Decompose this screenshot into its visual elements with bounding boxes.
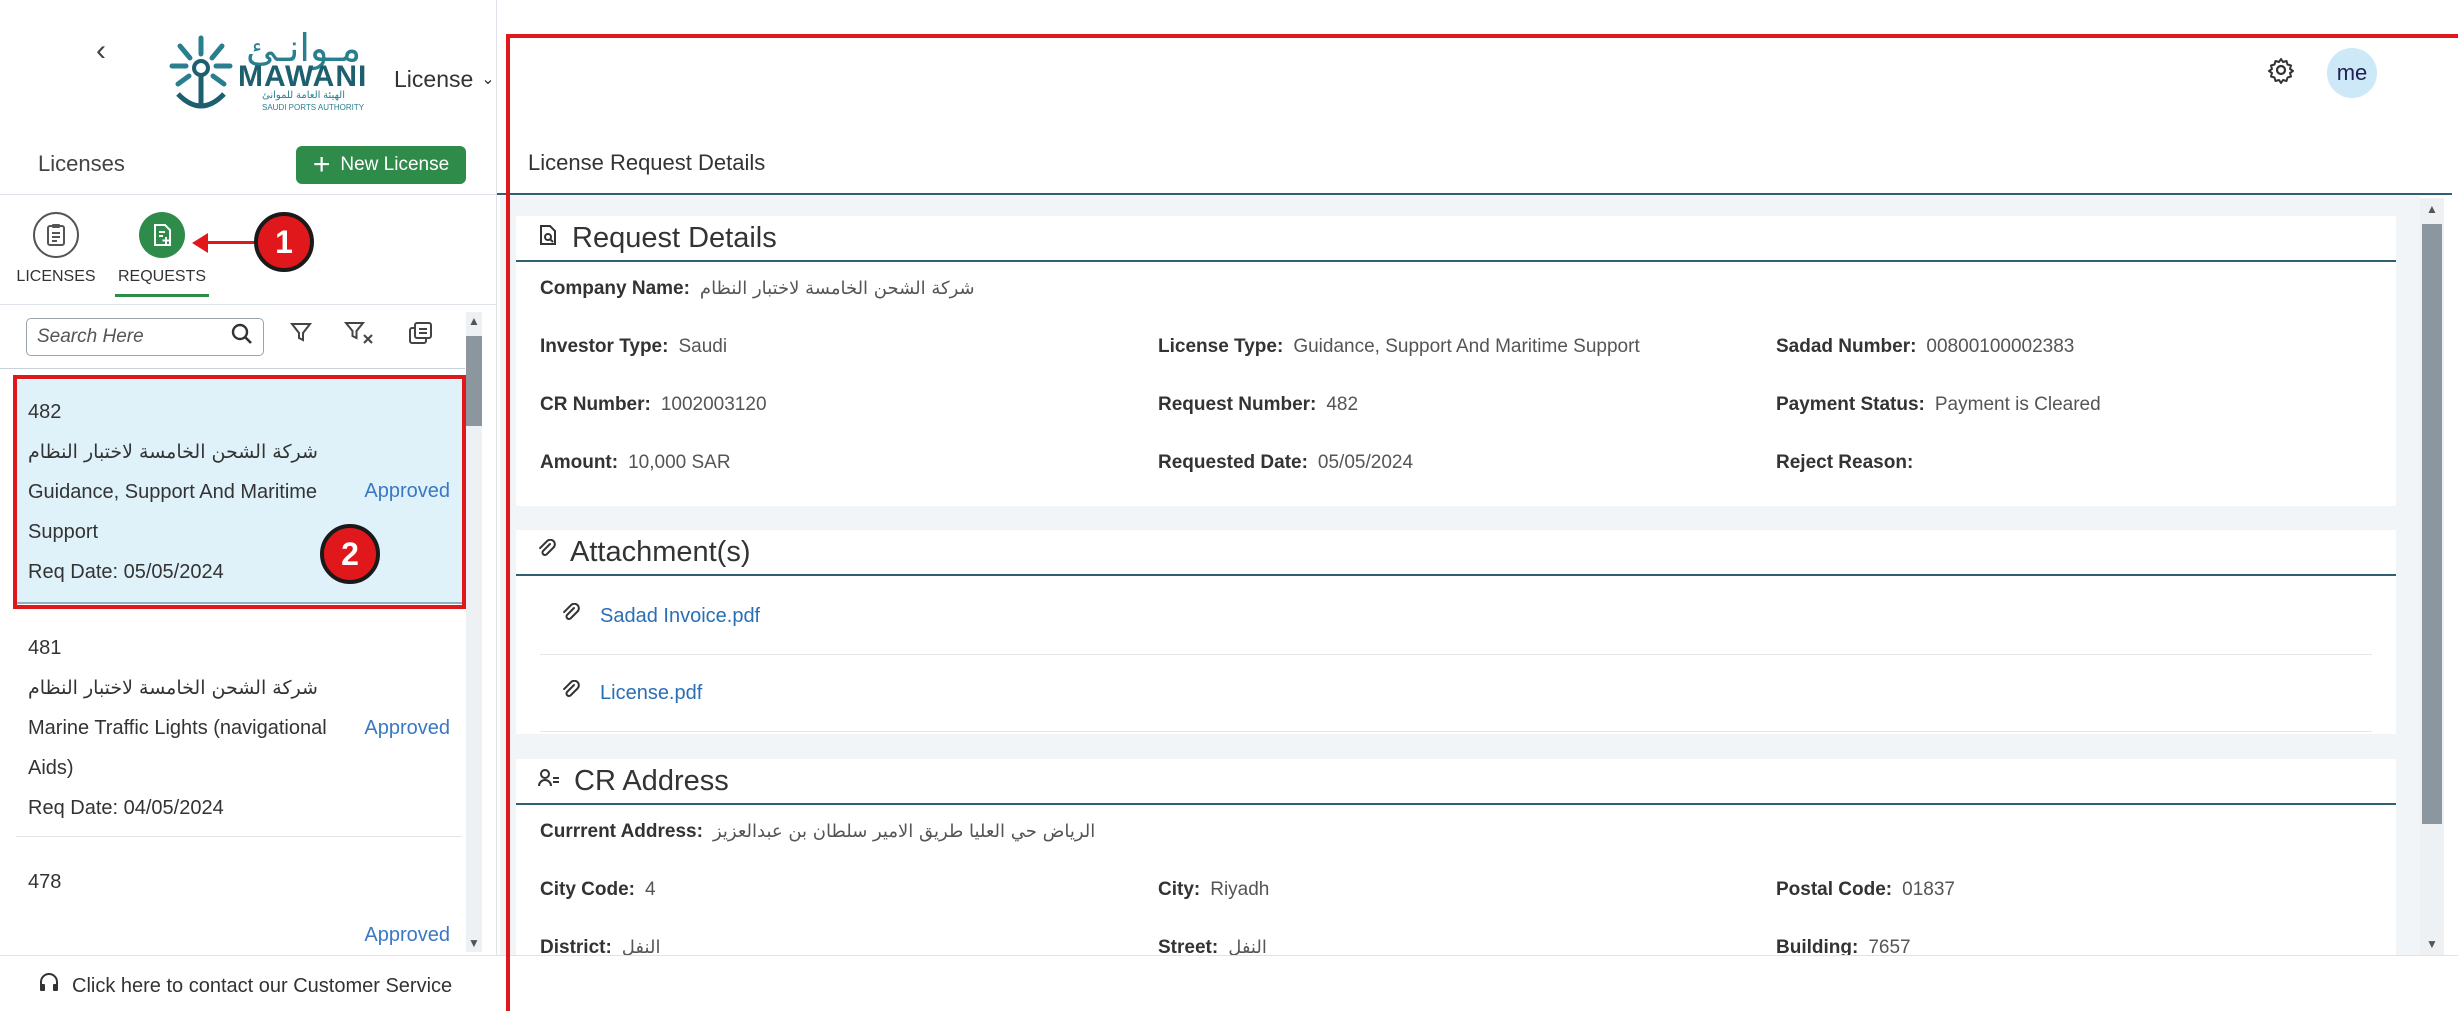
divider <box>0 304 496 305</box>
headset-icon <box>38 972 60 1000</box>
sidebar-scrollbar[interactable]: ▲ ▼ <box>466 312 482 952</box>
customer-service-label: Click here to contact our Customer Servi… <box>72 974 453 997</box>
request-list-item-478[interactable]: 478 Approved <box>16 850 462 955</box>
annotation-highlight-card <box>13 375 466 609</box>
annotation-arrowhead-icon <box>192 233 208 253</box>
plus-icon: + <box>312 148 331 181</box>
status-badge: Approved <box>364 717 450 739</box>
divider <box>16 836 462 837</box>
new-license-label: New License <box>340 154 450 175</box>
back-chevron-icon[interactable]: ‹ <box>96 34 124 68</box>
request-license-type-cont: Aids) <box>28 757 74 779</box>
request-company-name: شركة الشحن الخامسة لاختبار النظام <box>28 677 318 699</box>
chevron-down-icon: ⌄ <box>481 71 495 88</box>
request-license-type: Marine Traffic Lights (navigational <box>28 717 327 739</box>
logo-subtitle-arabic: الهيئة العامة للموانئ <box>262 90 346 101</box>
active-tab-indicator <box>115 294 209 297</box>
tab-requests[interactable]: REQUESTS <box>112 212 212 304</box>
scroll-up-icon[interactable]: ▲ <box>468 314 480 328</box>
annotation-badge-2: 2 <box>320 524 380 584</box>
search-icon[interactable] <box>231 323 253 351</box>
scroll-down-icon[interactable]: ▼ <box>468 936 480 950</box>
clipboard-list-icon <box>33 212 79 258</box>
filter-icon[interactable] <box>284 320 318 354</box>
customer-service-link[interactable]: Click here to contact our Customer Servi… <box>38 972 452 1000</box>
search-box[interactable] <box>26 318 264 356</box>
request-date: Req Date: 04/05/2024 <box>28 797 224 819</box>
module-dropdown-label: License <box>394 66 474 92</box>
divider <box>0 194 496 195</box>
document-add-icon <box>139 212 185 258</box>
logo-english-text: MAWANI <box>238 60 368 93</box>
divider <box>0 368 465 369</box>
scrollbar-thumb[interactable] <box>466 336 482 426</box>
tab-licenses[interactable]: LICENSES <box>6 212 106 304</box>
new-license-button[interactable]: + New License <box>296 146 466 184</box>
tab-licenses-label: LICENSES <box>16 268 96 285</box>
annotation-highlight-main <box>506 34 2458 1011</box>
search-input[interactable] <box>37 326 207 348</box>
request-id: 478 <box>28 871 62 893</box>
annotation-badge-1: 1 <box>254 212 314 272</box>
mawani-logo-icon <box>168 34 234 114</box>
request-id: 481 <box>28 637 62 659</box>
clear-filter-icon[interactable] <box>342 320 376 354</box>
logo-subtitle-english: SAUDI PORTS AUTHORITY <box>262 103 365 112</box>
module-dropdown[interactable]: License ⌄ <box>394 66 495 93</box>
request-list-item-481[interactable]: 481 شركة الشحن الخامسة لاختبار النظام Ma… <box>16 616 462 840</box>
tab-requests-label: REQUESTS <box>117 268 206 285</box>
annotation-arrow <box>200 241 256 244</box>
status-badge: Approved <box>364 924 450 946</box>
sidebar-title: Licenses <box>38 151 125 176</box>
export-icon[interactable] <box>404 320 438 354</box>
